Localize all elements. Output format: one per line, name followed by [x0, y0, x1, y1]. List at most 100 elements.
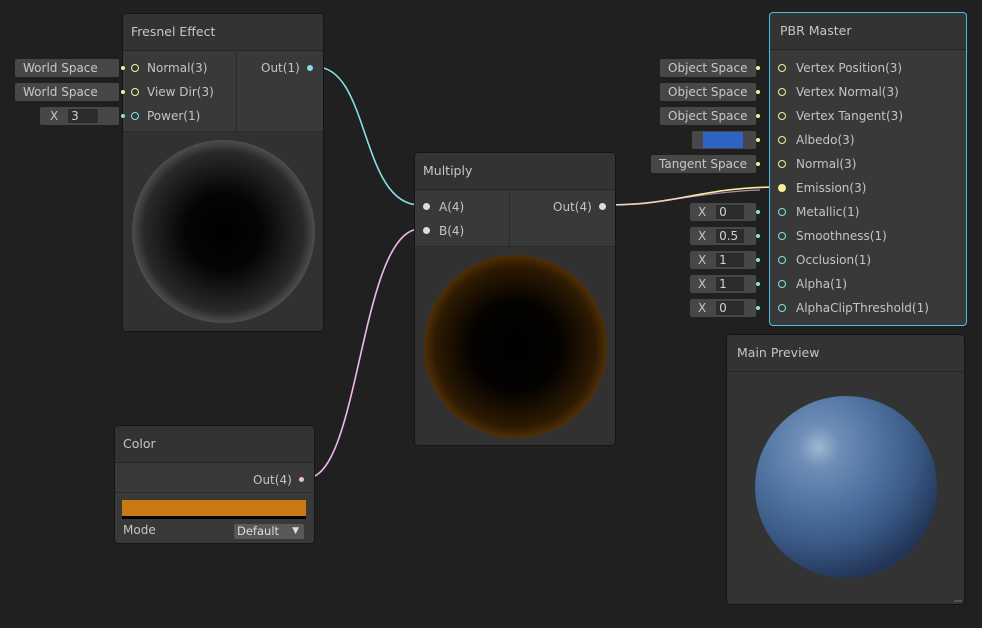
alphaclip-value[interactable]: 0 — [716, 301, 745, 315]
occlusion-axis: X — [698, 253, 707, 267]
pbr-port-metallic[interactable]: Metallic(1) — [776, 200, 966, 224]
fresnel-input-viewdir[interactable]: View Dir(3) — [129, 80, 239, 104]
pbr-port-emission[interactable]: Emission(3) — [776, 176, 966, 200]
metallic-field[interactable]: X 0 — [690, 203, 756, 221]
pbr-port-smoothness[interactable]: Smoothness(1) — [776, 224, 966, 248]
vertex-tangent-connector-dot — [756, 114, 760, 118]
emission-port-icon[interactable] — [778, 184, 786, 192]
power-value[interactable]: 3 — [68, 109, 99, 123]
multiply-input-b[interactable]: B(4) — [421, 219, 511, 243]
multiply-output[interactable]: Out(4) — [515, 195, 611, 219]
vertex-position-space-dropdown[interactable]: Object Space — [660, 59, 756, 77]
smoothness-port-icon[interactable] — [778, 232, 786, 240]
alpha-port-icon[interactable] — [778, 280, 786, 288]
pbr-port-vertex-normal[interactable]: Vertex Normal(3) — [776, 80, 966, 104]
color-port-bottom — [115, 492, 314, 493]
wire-fresnel-to-multiply-a[interactable] — [315, 66, 421, 206]
fresnel-viewdir-label: View Dir(3) — [147, 85, 214, 99]
pbr-port-vertex-tangent[interactable]: Vertex Tangent(3) — [776, 104, 966, 128]
emission-label: Emission(3) — [796, 181, 867, 195]
occlusion-label: Occlusion(1) — [796, 253, 872, 267]
pbr-port-occlusion[interactable]: Occlusion(1) — [776, 248, 966, 272]
pbr-port-alphaclip[interactable]: AlphaClipThreshold(1) — [776, 296, 966, 320]
alphaclip-field[interactable]: X 0 — [690, 299, 756, 317]
alpha-value[interactable]: 1 — [716, 277, 745, 291]
occlusion-connector-dot — [756, 258, 760, 262]
color-swatch[interactable] — [122, 500, 306, 519]
port-b-icon[interactable] — [423, 227, 430, 234]
albedo-color-field[interactable] — [692, 131, 756, 149]
port-color-out-icon[interactable] — [299, 477, 304, 482]
vertex-tangent-space-value: Object Space — [668, 109, 748, 123]
main-preview-viewport[interactable] — [727, 372, 964, 604]
color-output-label: Out(4) — [253, 473, 292, 487]
fresnel-preview-sphere — [132, 140, 315, 323]
power-connector-dot — [121, 114, 125, 118]
smoothness-label: Smoothness(1) — [796, 229, 887, 243]
port-power-icon[interactable] — [131, 112, 139, 120]
occlusion-value[interactable]: 1 — [716, 253, 745, 267]
vertex-tangent-label: Vertex Tangent(3) — [796, 109, 903, 123]
mode-label: Mode — [123, 523, 156, 537]
smoothness-connector-dot — [756, 234, 760, 238]
alpha-field[interactable]: X 1 — [690, 275, 756, 293]
color-node[interactable]: Color Out(4) Mode Default ▼ — [114, 425, 315, 544]
fresnel-effect-node[interactable]: Fresnel Effect Normal(3) View Dir(3) Pow… — [122, 13, 324, 332]
metallic-label: Metallic(1) — [796, 205, 860, 219]
smoothness-axis: X — [698, 229, 707, 243]
vertex-normal-port-icon[interactable] — [778, 88, 786, 96]
fresnel-output[interactable]: Out(1) — [243, 56, 321, 80]
mode-value: Default — [237, 524, 280, 538]
fresnel-node-title: Fresnel Effect — [123, 14, 323, 51]
normal-space-field[interactable]: Tangent Space — [651, 155, 756, 173]
port-normal-icon[interactable] — [131, 64, 139, 72]
multiply-input-a[interactable]: A(4) — [421, 195, 511, 219]
vertex-position-port-icon[interactable] — [778, 64, 786, 72]
metallic-port-icon[interactable] — [778, 208, 786, 216]
multiply-output-label: Out(4) — [553, 200, 592, 214]
dropdown-arrow-icon: ▼ — [292, 526, 299, 536]
multiply-a-label: A(4) — [439, 200, 465, 214]
metallic-connector-dot — [756, 210, 760, 214]
vertex-normal-space-dropdown[interactable]: Object Space — [660, 83, 756, 101]
occlusion-field[interactable]: X 1 — [690, 251, 756, 269]
normal-port-icon[interactable] — [778, 160, 786, 168]
smoothness-value[interactable]: 0.5 — [716, 229, 745, 243]
main-preview-panel[interactable]: Main Preview — [726, 334, 965, 605]
fresnel-input-power[interactable]: Power(1) — [129, 104, 239, 128]
occlusion-port-icon[interactable] — [778, 256, 786, 264]
alphaclip-port-icon[interactable] — [778, 304, 786, 312]
vertex-tangent-space-dropdown[interactable]: Object Space — [660, 107, 756, 125]
fresnel-output-label: Out(1) — [261, 61, 300, 75]
normal-connector-dot-pbr — [756, 162, 760, 166]
pbr-port-normal[interactable]: Normal(3) — [776, 152, 966, 176]
multiply-node[interactable]: Multiply A(4) B(4) Out(4) — [414, 152, 616, 446]
pbr-port-albedo[interactable]: Albedo(3) — [776, 128, 966, 152]
port-viewdir-icon[interactable] — [131, 88, 139, 96]
pbr-port-alpha[interactable]: Alpha(1) — [776, 272, 966, 296]
metallic-axis: X — [698, 205, 707, 219]
power-input-field[interactable]: X 3 — [40, 107, 119, 125]
resize-handle-icon[interactable] — [954, 600, 962, 602]
vertex-normal-space-value: Object Space — [668, 85, 748, 99]
color-output[interactable]: Out(4) — [215, 468, 311, 492]
port-out-icon[interactable] — [307, 65, 313, 71]
mode-dropdown[interactable]: Default ▼ — [234, 524, 304, 539]
vertex-position-space-value: Object Space — [668, 61, 748, 75]
vertex-tangent-port-icon[interactable] — [778, 112, 786, 120]
albedo-port-icon[interactable] — [778, 136, 786, 144]
pbr-master-node[interactable]: PBR Master Vertex Position(3) Vertex Nor… — [769, 12, 967, 326]
viewdir-space-value: World Space — [23, 85, 98, 99]
port-a-icon[interactable] — [423, 203, 430, 210]
smoothness-field[interactable]: X 0.5 — [690, 227, 756, 245]
multiply-preview-sphere — [424, 255, 607, 438]
fresnel-input-normal[interactable]: Normal(3) — [129, 56, 239, 80]
main-preview-sphere — [755, 396, 937, 578]
metallic-value[interactable]: 0 — [716, 205, 745, 219]
pbr-port-vertex-position[interactable]: Vertex Position(3) — [776, 56, 966, 80]
port-multiply-out-icon[interactable] — [599, 203, 606, 210]
normal-space-dropdown[interactable]: World Space — [15, 59, 119, 77]
alpha-label: Alpha(1) — [796, 277, 848, 291]
viewdir-space-dropdown[interactable]: World Space — [15, 83, 119, 101]
albedo-swatch[interactable] — [703, 132, 743, 148]
